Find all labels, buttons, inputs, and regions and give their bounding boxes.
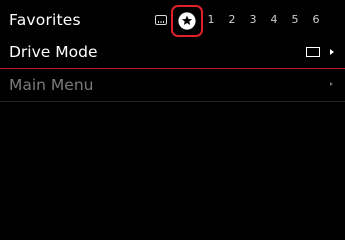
tab-6[interactable]: 6 [310,13,322,27]
chevron-right-icon [330,82,333,86]
chevron-right-icon [330,49,334,55]
tab-5[interactable]: 5 [289,13,301,27]
menu-list-icon[interactable] [155,15,167,25]
tab-3[interactable]: 3 [247,13,259,27]
single-frame-icon [306,47,320,57]
tab-2[interactable]: 2 [226,13,238,27]
star-circle-icon[interactable] [178,12,196,30]
tab-1[interactable]: 1 [205,13,217,27]
menu-tab-bar: 1 2 3 4 5 6 [0,0,345,37]
tab-4[interactable]: 4 [268,13,280,27]
menu-header: Favorites 1 2 3 4 5 6 [0,0,345,37]
menu-item-drive-mode[interactable]: Drive Mode [0,36,345,68]
menu-item-label: Drive Mode [9,43,98,61]
empty-list-area [0,102,345,240]
camera-menu-screen: Favorites 1 2 3 4 5 6 Drive Mode Main Me… [0,0,345,240]
menu-item-label: Main Menu [9,76,94,94]
menu-item-main-menu[interactable]: Main Menu [0,69,345,101]
